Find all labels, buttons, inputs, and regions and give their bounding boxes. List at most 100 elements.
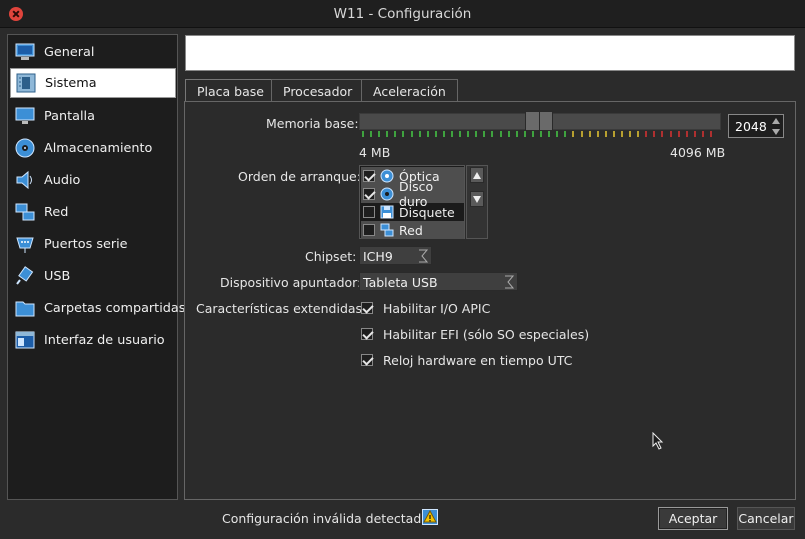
boot-item-disquete[interactable]: Disquete [361,203,464,221]
sidebar-item-sistema[interactable]: Sistema [10,68,176,98]
slider-tick [702,131,704,137]
memory-value: 2048 [735,119,767,134]
mouse-cursor-icon [652,432,664,450]
move-down-button[interactable] [470,191,484,207]
tab-procesador[interactable]: Procesador [271,79,365,102]
select-arrows-icon [505,275,514,289]
extended-label: Características extendidas: [196,301,367,316]
boot-order-list[interactable]: Óptica Disco duro Disquete Red [359,165,465,239]
tab-aceleracion[interactable]: Aceleración [361,79,458,102]
slider-tick [540,131,542,137]
sidebar-item-red[interactable]: Red [10,197,176,227]
slider-tick [532,131,534,137]
sidebar-item-pantalla[interactable]: Pantalla [10,101,176,131]
slider-tick [475,131,477,137]
efi-checkbox[interactable] [361,328,373,340]
boot-checkbox-disquete[interactable] [363,206,375,218]
cancel-button[interactable]: Cancelar [737,507,795,530]
slider-tick [621,131,623,137]
arrow-up-icon [473,171,481,179]
sidebar-item-usb[interactable]: USB [10,261,176,291]
sidebar-item-general[interactable]: General [10,37,176,67]
sidebar-item-audio[interactable]: Audio [10,165,176,195]
memory-slider-handle[interactable] [525,111,553,131]
folder-icon [14,297,36,319]
slider-tick [556,131,558,137]
boot-order-label: Orden de arranque: [238,169,361,184]
slider-tick [500,131,502,137]
slider-tick [581,131,583,137]
disk-icon [14,137,36,159]
boot-item-disco-duro[interactable]: Disco duro [361,179,464,209]
boot-order-buttons [466,165,488,239]
window-title: W11 - Configuración [333,6,472,22]
memory-max-label: 4096 MB [670,145,726,160]
checkbox-row-utc[interactable]: Reloj hardware en tiempo UTC [361,351,572,369]
slider-tick [451,131,453,137]
optical-disc-icon [380,169,394,183]
slider-tick [670,131,672,137]
slider-tick [435,131,437,137]
slider-tick [678,131,680,137]
slider-tick [362,131,364,137]
slider-tick [491,131,493,137]
warning-icon[interactable] [422,509,438,525]
slider-tick [605,131,607,137]
chipset-select[interactable]: ICH9 [359,246,432,265]
boot-checkbox-optica[interactable] [363,170,375,182]
slider-tick [427,131,429,137]
sidebar-item-interfaz-usuario[interactable]: Interfaz de usuario [10,325,176,355]
slider-tick [411,131,413,137]
boot-checkbox-disco-duro[interactable] [363,188,375,200]
window-icon [14,329,36,351]
arrow-down-icon [473,195,481,203]
slider-tick [710,131,712,137]
general-icon [14,41,36,63]
slider-tick [508,131,510,137]
slider-tick [589,131,591,137]
checkbox-row-io-apic[interactable]: Habilitar I/O APIC [361,299,490,317]
slider-tick [394,131,396,137]
slider-tick [613,131,615,137]
sidebar-item-carpetas-compartidas[interactable]: Carpetas compartidas [10,293,185,323]
memory-label: Memoria base: [266,116,359,131]
move-up-button[interactable] [470,167,484,183]
slider-tick [402,131,404,137]
tab-placa-base[interactable]: Placa base [185,79,276,103]
sidebar-item-almacenamiento[interactable]: Almacenamiento [10,133,176,163]
pointer-label: Dispositivo apuntador: [220,275,362,290]
slider-tick [524,131,526,137]
spin-down-icon[interactable] [771,127,781,137]
slider-tick [597,131,599,137]
slider-tick [653,131,655,137]
accept-button[interactable]: Aceptar [658,507,728,530]
boot-checkbox-red[interactable] [363,224,375,236]
boot-item-red[interactable]: Red [361,221,464,239]
memory-slider-ticks [362,131,712,137]
slider-tick [459,131,461,137]
io-apic-checkbox[interactable] [361,302,373,314]
select-arrows-icon [419,249,428,263]
slider-tick [645,131,647,137]
slider-tick [637,131,639,137]
spin-up-icon[interactable] [771,116,781,126]
checkbox-row-efi[interactable]: Habilitar EFI (sólo SO especiales) [361,325,589,343]
slider-tick [694,131,696,137]
utc-checkbox[interactable] [361,354,373,366]
floppy-icon [380,205,394,219]
slider-tick [686,131,688,137]
memory-spinbox[interactable]: 2048 [728,114,784,138]
memory-min-label: 4 MB [359,145,391,160]
usb-icon [14,265,36,287]
motherboard-icon [15,72,37,94]
sidebar-item-puertos-serie[interactable]: Puertos serie [10,229,176,259]
speaker-icon [14,169,36,191]
page-header-box [185,35,795,71]
title-bar: W11 - Configuración [0,0,805,28]
slider-tick [443,131,445,137]
pointer-select[interactable]: Tableta USB [359,272,518,291]
monitor-icon [14,105,36,127]
slider-tick [419,131,421,137]
slider-tick [548,131,550,137]
chipset-label: Chipset: [305,249,357,264]
